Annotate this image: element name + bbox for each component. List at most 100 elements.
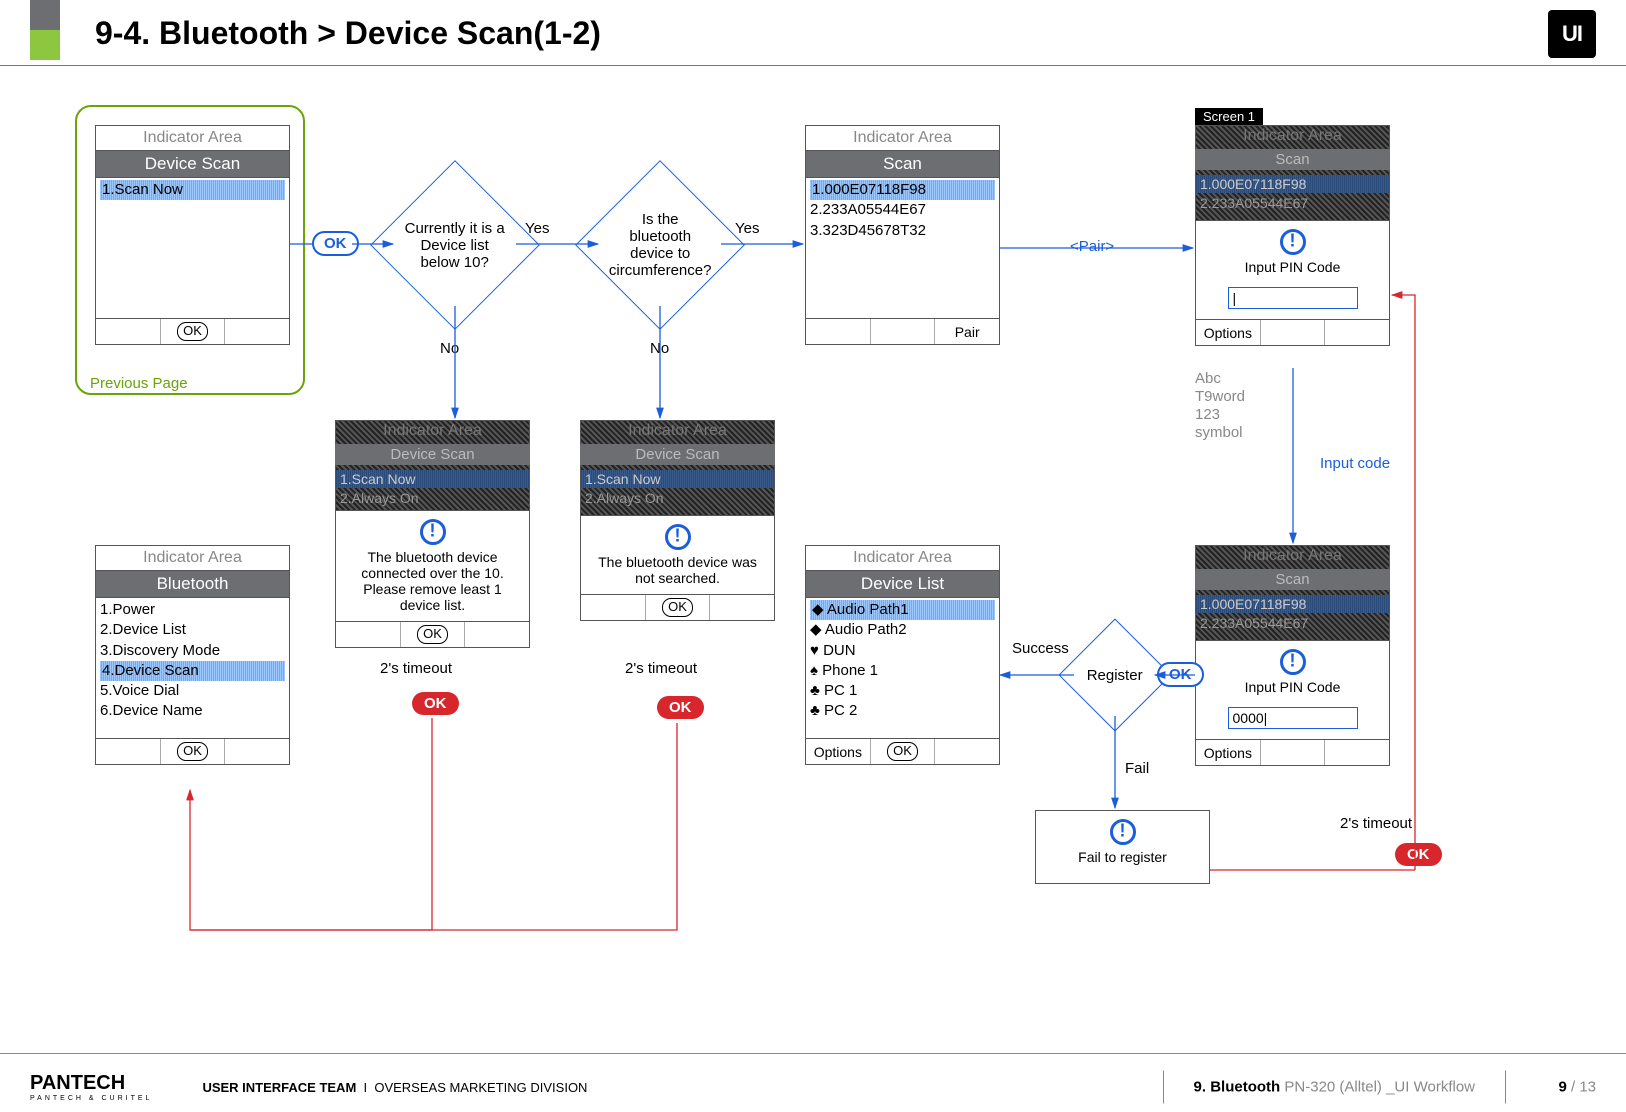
pantech-logo: PANTECH PANTECH & CURITEL — [30, 1072, 152, 1102]
screen-title: Scan — [1195, 149, 1390, 170]
popup-message: The bluetooth device connected over the … — [336, 549, 529, 621]
pair-softkey[interactable]: Pair — [935, 319, 999, 344]
options-softkey[interactable]: Options — [806, 739, 871, 764]
page-title: 9-4. Bluetooth > Device Scan(1-2) — [95, 15, 601, 52]
list-item: 2.Always On — [581, 490, 774, 506]
header-rule — [0, 65, 1626, 66]
alert-icon — [665, 524, 691, 550]
list-item[interactable]: ♠ Phone 1 — [810, 661, 995, 681]
list-item: 2.233A05544E67 — [1196, 615, 1389, 631]
list-item-selected: 1.000E07118F98 — [1196, 175, 1389, 193]
decision-text: Register — [1084, 667, 1146, 684]
list-item[interactable]: ◆ Audio Path2 — [810, 620, 995, 640]
list-item-selected[interactable]: 1.000E07118F98 — [810, 180, 995, 200]
list-item[interactable]: ♥ DUN — [810, 641, 995, 661]
pair-action-label: <Pair> — [1070, 238, 1114, 255]
ok-softkey[interactable]: OK — [177, 742, 208, 760]
indicator-area-label: Indicator Area — [806, 126, 999, 151]
popup-message: Input PIN Code — [1196, 259, 1389, 283]
pin-input[interactable]: 0000| — [1228, 707, 1358, 729]
list-item[interactable]: 3.323D45678T32 — [810, 221, 995, 241]
popup-fail-register: Fail to register — [1035, 810, 1210, 884]
ui-logo: UI — [1548, 10, 1596, 58]
screen-title: Scan — [806, 151, 999, 178]
list-item[interactable]: 3.Discovery Mode — [100, 641, 285, 661]
ok-action-red[interactable]: OK — [1395, 843, 1442, 866]
options-softkey[interactable]: Options — [1196, 740, 1261, 765]
ok-action-red[interactable]: OK — [657, 696, 704, 719]
decision-register: Register — [1058, 618, 1171, 731]
indicator-area-label: Indicator Area — [96, 546, 289, 571]
screen-device-list: Indicator Area Device List ◆ Audio Path1… — [805, 545, 1000, 765]
list-item[interactable]: 2.Device List — [100, 620, 285, 640]
alert-icon — [420, 519, 446, 545]
screen1-tag: Screen 1 — [1195, 108, 1263, 125]
popup-message: Input PIN Code — [1196, 679, 1389, 703]
screen-title: Scan — [1195, 569, 1390, 590]
page-footer: PANTECH PANTECH & CURITEL USER INTERFACE… — [0, 1062, 1626, 1112]
input-modes-list: Abc T9word 123 symbol — [1195, 370, 1245, 442]
fail-label: Fail — [1125, 760, 1149, 777]
options-softkey[interactable]: Options — [1196, 320, 1261, 345]
list-item: 2.Always On — [336, 490, 529, 506]
indicator-area-label: Indicator Area — [96, 126, 289, 151]
input-mode-t9: T9word — [1195, 388, 1245, 406]
input-code-label: Input code — [1320, 455, 1390, 472]
popup-pin-filled: Input PIN Code 0000| Options — [1195, 640, 1390, 766]
previous-page-label: Previous Page — [90, 375, 188, 392]
timeout-label: 2's timeout — [1340, 815, 1412, 832]
footer-team: USER INTERFACE TEAM I OVERSEAS MARKETING… — [202, 1080, 587, 1095]
screen-title: Device Scan — [580, 444, 775, 465]
ok-action-pill[interactable]: OK — [312, 231, 359, 256]
input-mode-123: 123 — [1195, 406, 1245, 424]
list-item-selected: 1.000E07118F98 — [1196, 595, 1389, 613]
decision-text: Is the bluetooth device to circumference… — [609, 211, 712, 279]
diagram-canvas: 9-4. Bluetooth > Device Scan(1-2) UI Pre… — [0, 0, 1626, 1112]
list-item-selected: 1.Scan Now — [581, 470, 774, 488]
no-label: No — [440, 340, 459, 357]
list-item[interactable]: 1.Power — [100, 600, 285, 620]
ok-softkey[interactable]: OK — [177, 322, 208, 340]
footer-section: 9. Bluetooth PN-320 (Alltel) _UI Workflo… — [1163, 1071, 1506, 1104]
list-item[interactable]: 2.233A05544E67 — [810, 200, 995, 220]
ok-softkey[interactable]: OK — [417, 625, 448, 643]
ok-action-red[interactable]: OK — [412, 692, 459, 715]
indicator-area-label: Indicator Area — [1195, 545, 1390, 567]
screen-bluetooth-menu: Indicator Area Bluetooth 1.Power 2.Devic… — [95, 545, 290, 765]
list-item-selected[interactable]: 1.Scan Now — [100, 180, 285, 200]
list-item: 2.233A05544E67 — [1196, 195, 1389, 211]
indicator-area-label: Indicator Area — [580, 420, 775, 442]
decision-bluetooth-circumference: Is the bluetooth device to circumference… — [575, 160, 745, 330]
decision-device-list-10: Currently it is a Device list below 10? — [370, 160, 540, 330]
no-label: No — [650, 340, 669, 357]
screen-title: Device Scan — [96, 151, 289, 178]
footer-page: 9 / 13 — [1558, 1079, 1596, 1096]
indicator-area-label: Indicator Area — [335, 420, 530, 442]
pin-input[interactable]: | — [1228, 287, 1358, 309]
indicator-area-label: Indicator Area — [806, 546, 999, 571]
alert-icon — [1280, 229, 1306, 255]
screen-scan: Indicator Area Scan 1.000E07118F98 2.233… — [805, 125, 1000, 345]
list-item[interactable]: 6.Device Name — [100, 701, 285, 721]
ok-softkey[interactable]: OK — [887, 742, 918, 760]
list-item[interactable]: ♣ PC 1 — [810, 681, 995, 701]
popup-message: Fail to register — [1036, 849, 1209, 883]
list-item[interactable]: 5.Voice Dial — [100, 681, 285, 701]
timeout-label: 2's timeout — [380, 660, 452, 677]
popup-message: The bluetooth device was not searched. — [581, 554, 774, 594]
list-item-selected[interactable]: 4.Device Scan — [100, 661, 285, 681]
list-item-selected: 1.Scan Now — [336, 470, 529, 488]
ok-softkey[interactable]: OK — [662, 598, 693, 616]
indicator-area-label: Indicator Area — [1195, 125, 1390, 147]
input-mode-abc: Abc — [1195, 370, 1245, 388]
screen-title: Device List — [806, 571, 999, 598]
alert-icon — [1280, 649, 1306, 675]
list-item-selected[interactable]: ◆ Audio Path1 — [810, 600, 995, 620]
ok-action-pill[interactable]: OK — [1157, 662, 1204, 687]
decision-text: Currently it is a Device list below 10? — [404, 220, 506, 271]
popup-pin-empty: Input PIN Code | Options — [1195, 220, 1390, 346]
yes-label: Yes — [525, 220, 549, 237]
timeout-label: 2's timeout — [625, 660, 697, 677]
popup-over10: The bluetooth device connected over the … — [335, 510, 530, 648]
list-item[interactable]: ♣ PC 2 — [810, 701, 995, 721]
